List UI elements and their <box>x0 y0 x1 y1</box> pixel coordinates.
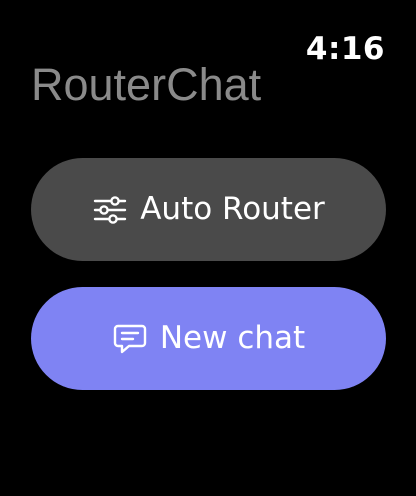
status-time: 4:16 <box>305 31 385 67</box>
new-chat-label: New chat <box>159 320 306 356</box>
new-chat-button[interactable]: New chat <box>31 287 386 390</box>
sliders-icon <box>92 192 128 228</box>
app-title: RouterChat <box>31 59 262 110</box>
auto-router-button[interactable]: Auto Router <box>31 158 386 261</box>
auto-router-label: Auto Router <box>140 191 325 227</box>
watch-screen: 4:16 RouterChat Auto Router New chat <box>0 0 416 496</box>
chat-bubble-icon <box>112 321 148 357</box>
